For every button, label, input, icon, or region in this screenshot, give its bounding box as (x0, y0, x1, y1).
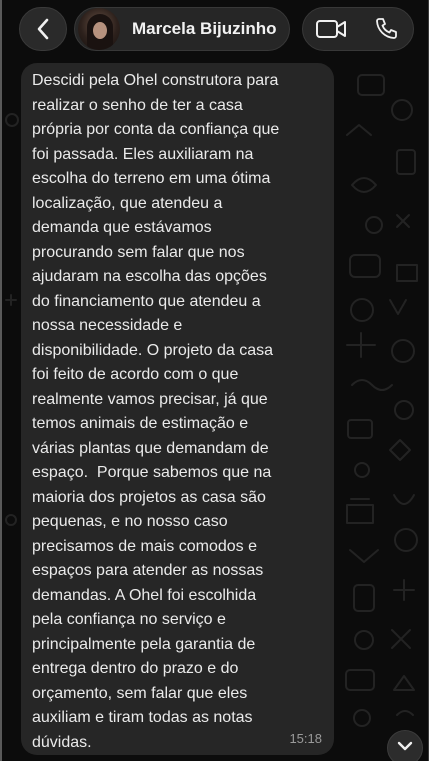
chat-header: Marcela Bijuzinho (2, 0, 428, 62)
chat-screen: Marcela Bijuzinho Descidi pela Ohel cons… (0, 0, 429, 761)
message-text: Descidi pela Ohel construtora para reali… (32, 72, 280, 751)
scroll-to-bottom-button[interactable] (387, 730, 423, 761)
message-timestamp: 15:18 (289, 731, 322, 746)
chevron-left-icon (37, 18, 49, 40)
phone-icon (375, 18, 397, 39)
avatar (78, 8, 120, 50)
chevron-down-icon (397, 741, 413, 751)
contact-info-button[interactable]: Marcela Bijuzinho (74, 7, 290, 51)
contact-name: Marcela Bijuzinho (132, 19, 277, 38)
message-bubble[interactable]: Descidi pela Ohel construtora para reali… (21, 63, 334, 755)
video-call-button[interactable] (311, 9, 351, 49)
call-actions (302, 7, 414, 51)
back-button[interactable] (19, 7, 67, 51)
video-camera-icon (315, 20, 346, 38)
voice-call-button[interactable] (366, 9, 406, 49)
